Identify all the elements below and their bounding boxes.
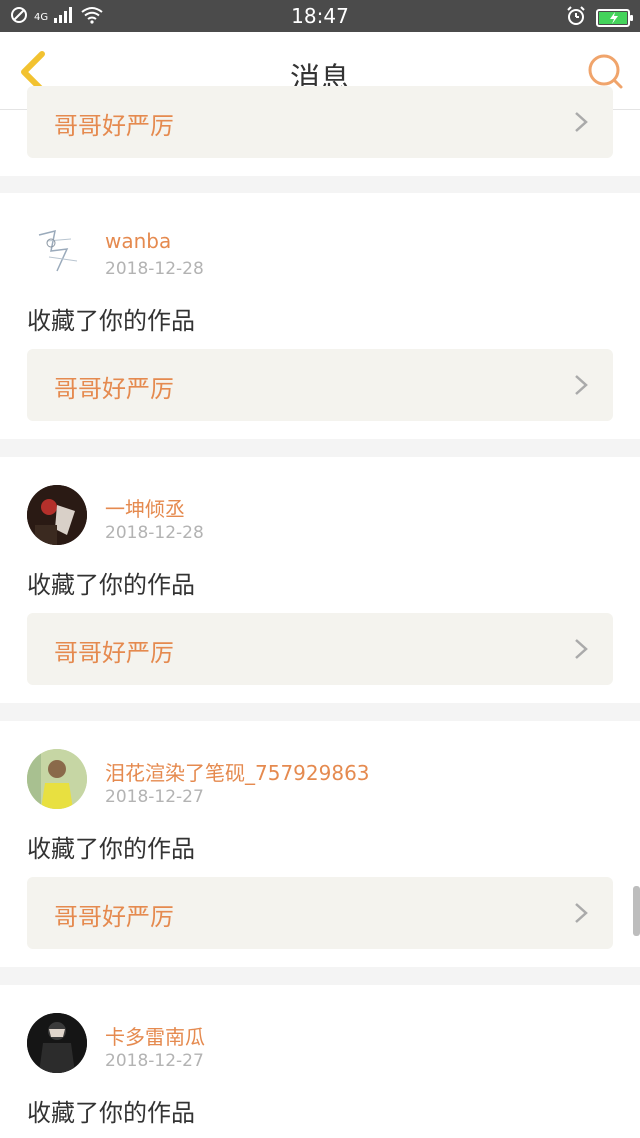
work-title: 哥哥好严厉 bbox=[54, 375, 174, 403]
battery-icon bbox=[596, 9, 633, 27]
work-link[interactable]: 哥哥好严厉 bbox=[27, 349, 613, 421]
avatar[interactable] bbox=[27, 221, 87, 281]
message-action: 收藏了你的作品 bbox=[27, 571, 195, 599]
username[interactable]: wanba bbox=[105, 229, 171, 253]
status-right bbox=[566, 6, 633, 30]
work-title: 哥哥好严厉 bbox=[54, 112, 174, 140]
work-link[interactable]: 哥哥好严厉 bbox=[27, 86, 613, 158]
message-action: 收藏了你的作品 bbox=[27, 1099, 195, 1127]
status-time: 18:47 bbox=[291, 4, 349, 28]
message-date: 2018-12-28 bbox=[105, 259, 204, 279]
message-action: 收藏了你的作品 bbox=[27, 307, 195, 335]
message-card: 一坤倾丞 2018-12-28 收藏了你的作品 哥哥好严厉 bbox=[0, 457, 640, 703]
message-date: 2018-12-27 bbox=[105, 1051, 204, 1071]
work-title: 哥哥好严厉 bbox=[54, 639, 174, 667]
scrollbar[interactable] bbox=[633, 886, 640, 936]
status-bar: 4G 18:47 bbox=[0, 0, 640, 32]
username[interactable]: 一坤倾丞 bbox=[105, 493, 185, 522]
work-link[interactable]: 哥哥好严厉 bbox=[27, 613, 613, 685]
chevron-right-icon bbox=[575, 639, 588, 659]
search-icon bbox=[588, 54, 623, 89]
chevron-right-icon bbox=[575, 903, 588, 923]
message-card: 泪花渲染了笔砚_757929863 2018-12-27 收藏了你的作品 哥哥好… bbox=[0, 721, 640, 967]
avatar[interactable] bbox=[27, 749, 87, 809]
message-card: 卡多雷南瓜 2018-12-27 收藏了你的作品 bbox=[0, 985, 640, 1138]
alarm-icon bbox=[566, 6, 586, 30]
work-link[interactable]: 哥哥好严厉 bbox=[27, 877, 613, 949]
message-date: 2018-12-28 bbox=[105, 523, 204, 543]
chevron-right-icon bbox=[575, 112, 588, 132]
avatar[interactable] bbox=[27, 485, 87, 545]
avatar[interactable] bbox=[27, 1013, 87, 1073]
message-date: 2018-12-27 bbox=[105, 787, 204, 807]
chevron-right-icon bbox=[575, 375, 588, 395]
search-button[interactable] bbox=[586, 52, 624, 90]
message-action: 收藏了你的作品 bbox=[27, 835, 195, 863]
message-card-partial: 哥哥好严厉 bbox=[0, 86, 640, 176]
username[interactable]: 卡多雷南瓜 bbox=[105, 1021, 205, 1050]
message-card: wanba 2018-12-28 收藏了你的作品 哥哥好严厉 bbox=[0, 193, 640, 439]
username[interactable]: 泪花渲染了笔砚_757929863 bbox=[105, 757, 370, 786]
work-title: 哥哥好严厉 bbox=[54, 903, 174, 931]
